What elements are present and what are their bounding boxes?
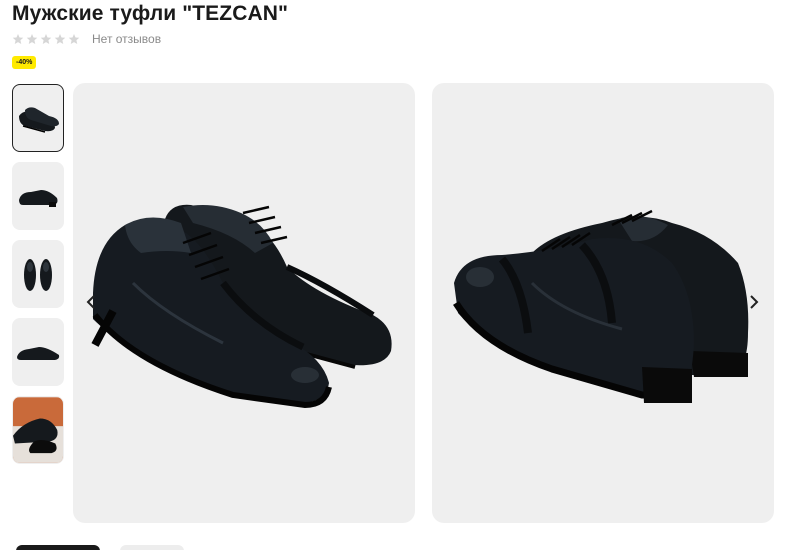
discount-badge: -40% (12, 56, 37, 69)
chevron-left-icon (86, 295, 95, 309)
chevron-right-icon (750, 295, 759, 309)
star-icon (54, 34, 66, 44)
product-title: Мужские туфли "TEZCAN" (12, 2, 289, 25)
thumbnail-list (12, 84, 64, 474)
gallery-next-button[interactable] (745, 290, 763, 314)
thumbnail-3[interactable] (12, 240, 64, 308)
shoe-top-thumbnail-image (24, 259, 52, 291)
reviews-link[interactable]: Нет отзывов (92, 32, 161, 46)
shoe-side-thumbnail-image (19, 190, 58, 207)
star-icon (40, 34, 52, 44)
star-icon (68, 34, 80, 44)
rating-stars[interactable] (12, 33, 80, 45)
shoe-pair-front-image (91, 204, 392, 409)
thumbnail-2[interactable] (12, 162, 64, 230)
shoe-pair-thumbnail-image (19, 107, 59, 133)
shoe-worn-thumbnail-image (13, 397, 63, 463)
shoe-profile-thumbnail-image (17, 347, 60, 360)
thumbnail-1[interactable] (12, 84, 64, 152)
thumbnail-5[interactable] (12, 396, 64, 464)
star-icon (26, 34, 38, 44)
product-photo-2[interactable] (432, 83, 774, 523)
thumbnail-4[interactable] (12, 318, 64, 386)
gallery-prev-button[interactable] (82, 290, 100, 314)
shoe-pair-back-image (453, 209, 749, 403)
star-icon (12, 34, 24, 44)
rating-row: Нет отзывов (12, 31, 161, 47)
product-photo-1[interactable] (73, 83, 415, 523)
size-option[interactable] (120, 545, 184, 550)
size-option-selected[interactable] (16, 545, 100, 550)
